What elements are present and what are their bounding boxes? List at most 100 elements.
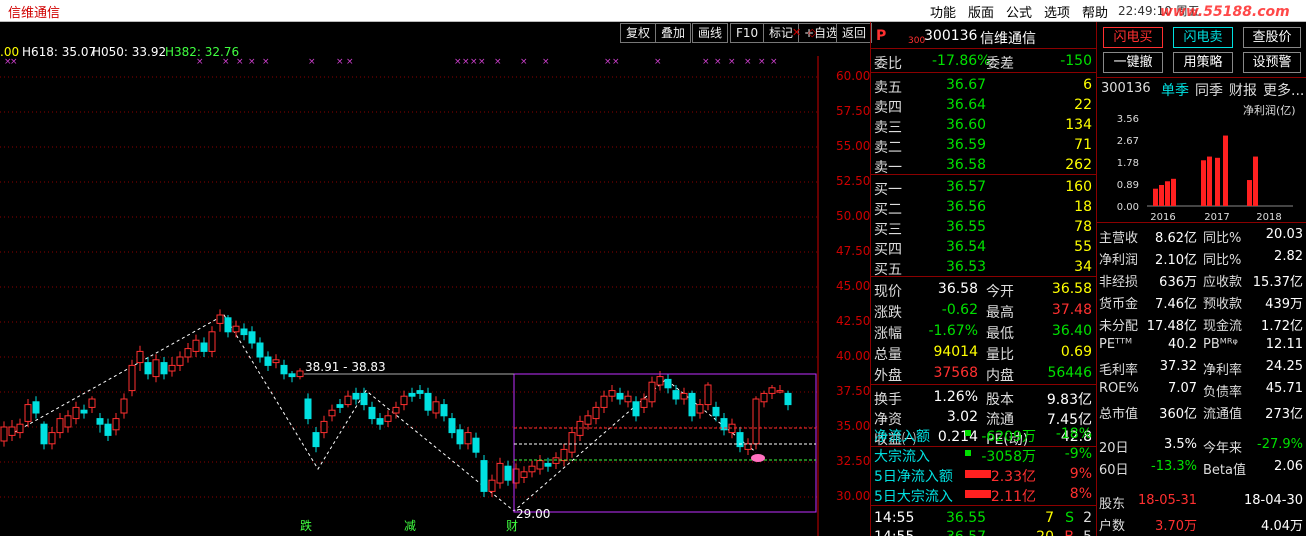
candle-body bbox=[472, 437, 480, 453]
stat-row: 外盘 37568 内盘 56446 bbox=[874, 363, 1096, 384]
tab-report[interactable]: 财报 bbox=[1229, 80, 1257, 100]
fin-cell: 净利率 bbox=[1203, 363, 1243, 378]
candle-body bbox=[544, 462, 552, 467]
fin-cell: 2.10亿 bbox=[1155, 253, 1197, 268]
fin-row: 股东 18-05-31 18-04-30 bbox=[1097, 491, 1306, 512]
close-icon[interactable]: ✕ bbox=[792, 26, 801, 39]
marker-x: × bbox=[222, 57, 230, 67]
bid-price: 36.57 bbox=[946, 179, 987, 195]
fin-cell: ROE% bbox=[1099, 381, 1139, 396]
toolbar-back-button[interactable]: 返回 bbox=[836, 23, 873, 43]
fin-cell: 636万 bbox=[1159, 275, 1197, 290]
ask-row: 卖一 36.58 262 bbox=[874, 155, 1096, 176]
stat-value: 36.40 bbox=[1051, 323, 1092, 339]
menu-function[interactable]: 功能 bbox=[930, 2, 956, 21]
candle-body bbox=[0, 426, 8, 442]
stat-value: 3.02 bbox=[946, 409, 978, 425]
marker-x: × bbox=[770, 57, 778, 67]
one-click-cancel-button[interactable]: 一键撤 bbox=[1103, 52, 1163, 73]
tick-count: 2 bbox=[1083, 510, 1092, 526]
candle-body bbox=[392, 406, 400, 414]
fin-cell: 股东 bbox=[1099, 497, 1126, 512]
stat-value: 36.58 bbox=[937, 281, 978, 297]
candle-body bbox=[768, 387, 776, 394]
kline-chart[interactable]: ×× × × × × × × × × × × × × × × × × × × × × × × × × 38.91 - 38.83… bbox=[0, 56, 836, 536]
stat-value: -1.67% bbox=[928, 323, 978, 339]
fin-cell: 主营收 bbox=[1099, 231, 1139, 246]
fin-cell: -27.9% bbox=[1257, 437, 1303, 452]
toolbar-fuquan-button[interactable]: 复权 bbox=[620, 23, 657, 43]
range-label: 38.91 - 38.83 bbox=[305, 360, 386, 374]
tab-same-quarter[interactable]: 同季 bbox=[1195, 80, 1223, 100]
candle-body bbox=[528, 465, 536, 473]
stat-value: 0.69 bbox=[1060, 344, 1092, 360]
candle-body bbox=[216, 314, 224, 324]
tab-more[interactable]: 更多... bbox=[1263, 80, 1304, 100]
flash-buy-button[interactable]: 闪电买 bbox=[1103, 27, 1163, 48]
ask-label: 卖一 bbox=[874, 160, 902, 176]
restore-icon[interactable]: ◇ bbox=[808, 26, 816, 39]
menu-formula[interactable]: 公式 bbox=[1006, 2, 1032, 21]
event-mark-cai[interactable]: 财 bbox=[506, 519, 518, 533]
tick-volume: 20 bbox=[1036, 529, 1054, 536]
ask-price: 36.59 bbox=[946, 137, 987, 153]
candle-body bbox=[280, 364, 288, 375]
candle-body bbox=[456, 429, 464, 445]
ask-row: 卖三 36.60 134 bbox=[874, 115, 1096, 136]
candle-body bbox=[40, 423, 48, 445]
menu-help[interactable]: 帮助 bbox=[1082, 2, 1108, 21]
flash-sell-button[interactable]: 闪电卖 bbox=[1173, 27, 1233, 48]
marker-x: × bbox=[248, 57, 256, 67]
candle-body bbox=[488, 479, 496, 492]
price-axis-label: 55.00 bbox=[836, 139, 871, 153]
candle-body bbox=[408, 392, 416, 397]
flow-row: 净流入额 -6209万 -18% bbox=[874, 424, 1096, 445]
fin-cell: 40.2 bbox=[1168, 337, 1197, 352]
fin-cell: 18-04-30 bbox=[1243, 493, 1303, 508]
bid-row: 买一 36.57 160 bbox=[874, 177, 1096, 198]
candle-body bbox=[192, 339, 200, 352]
candle-body bbox=[464, 432, 472, 445]
fin-bar bbox=[1165, 181, 1170, 206]
candle-body bbox=[584, 415, 592, 425]
check-price-button[interactable]: 查股价 bbox=[1243, 27, 1301, 48]
fin-code: 300136 bbox=[1101, 81, 1151, 96]
code-prefix: P bbox=[876, 28, 887, 44]
candle-body bbox=[296, 370, 304, 378]
toolbar-draw-button[interactable]: 画线 bbox=[692, 23, 729, 43]
candle-body bbox=[272, 359, 280, 364]
toolbar-f10-button[interactable]: F10 bbox=[730, 23, 765, 43]
candle-body bbox=[616, 392, 624, 400]
net-profit-chart: 净利润(亿) 3.562.671.780.890.002016 2017 2018 bbox=[1117, 103, 1296, 223]
marker-x: × bbox=[758, 57, 766, 67]
candle-body bbox=[168, 364, 176, 372]
bid-label: 买三 bbox=[874, 222, 902, 238]
menu-options[interactable]: 选项 bbox=[1044, 2, 1070, 21]
flow-row: 大宗流入 -3058万 -9% bbox=[874, 444, 1096, 465]
candle-body bbox=[560, 448, 568, 462]
stat-label: 最低 bbox=[986, 326, 1014, 342]
event-mark-die[interactable]: 跌 bbox=[300, 518, 312, 533]
tab-quarter[interactable]: 单季 bbox=[1161, 80, 1189, 100]
candle-body bbox=[24, 404, 32, 422]
menu-layout[interactable]: 版面 bbox=[968, 2, 994, 21]
flow-pct: 8% bbox=[1069, 486, 1092, 502]
flow-value: -6209万 bbox=[981, 429, 1036, 445]
candle-body bbox=[568, 432, 576, 453]
candle-body bbox=[368, 406, 376, 420]
candle-body bbox=[648, 381, 656, 403]
candle-body bbox=[624, 395, 632, 403]
alert-button[interactable]: 设预警 bbox=[1243, 52, 1301, 73]
fin-ytick: 0.89 bbox=[1117, 180, 1139, 191]
fin-bar bbox=[1215, 157, 1220, 206]
ask-volume: 262 bbox=[1065, 157, 1092, 173]
event-mark-jian[interactable]: 减 bbox=[404, 519, 416, 533]
strategy-button[interactable]: 用策略 bbox=[1173, 52, 1233, 73]
toolbar-overlay-button[interactable]: 叠加 bbox=[655, 23, 692, 43]
candle-body bbox=[672, 390, 680, 400]
bid-label: 买二 bbox=[874, 202, 902, 218]
stat-value: -0.62 bbox=[941, 302, 978, 318]
fin-cell: 毛利率 bbox=[1099, 363, 1139, 378]
candle-body bbox=[552, 457, 560, 464]
price-axis-label: 57.50 bbox=[836, 104, 871, 118]
